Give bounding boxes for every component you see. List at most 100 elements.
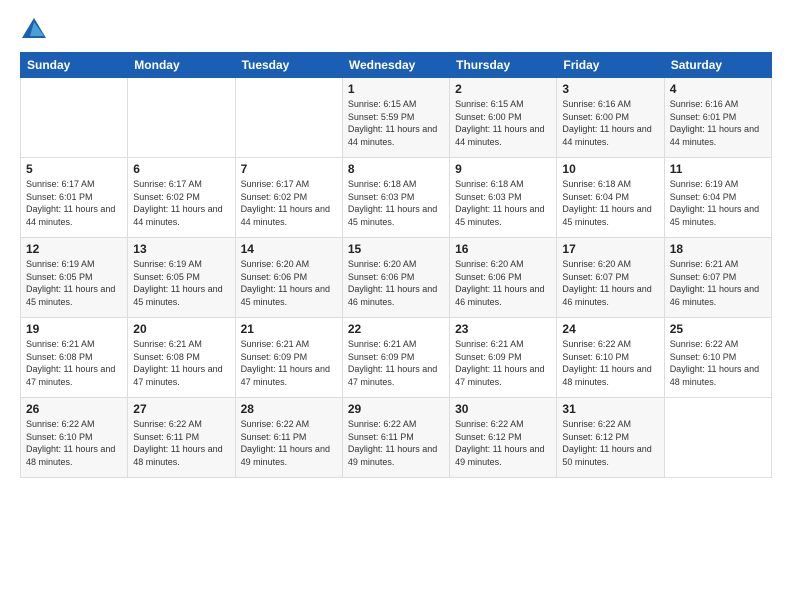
calendar-cell: [21, 78, 128, 158]
page: SundayMondayTuesdayWednesdayThursdayFrid…: [0, 0, 792, 612]
calendar-table: SundayMondayTuesdayWednesdayThursdayFrid…: [20, 52, 772, 478]
calendar-cell: 22Sunrise: 6:21 AMSunset: 6:09 PMDayligh…: [342, 318, 449, 398]
day-number: 27: [133, 402, 229, 416]
weekday-header-sunday: Sunday: [21, 53, 128, 78]
logo: [20, 16, 50, 44]
calendar-cell: [235, 78, 342, 158]
day-number: 4: [670, 82, 766, 96]
day-info: Sunrise: 6:22 AMSunset: 6:10 PMDaylight:…: [670, 338, 766, 388]
day-info: Sunrise: 6:19 AMSunset: 6:05 PMDaylight:…: [133, 258, 229, 308]
day-number: 25: [670, 322, 766, 336]
calendar-week-row: 19 Sunrise: 6:21 AMSunset: 6:08 PMDayligh…: [21, 318, 772, 398]
day-number: 19: [26, 322, 122, 336]
day-info: Sunrise: 6:19 AMSunset: 6:04 PMDaylight:…: [670, 178, 766, 228]
calendar-cell: 4 Sunrise: 6:16 AMSunset: 6:01 PMDaylight…: [664, 78, 771, 158]
day-number: 13: [133, 242, 229, 256]
day-info: Sunrise: 6:15 AMSunset: 5:59 PMDaylight:…: [348, 98, 444, 148]
weekday-header-thursday: Thursday: [450, 53, 557, 78]
calendar-cell: 14 Sunrise: 6:20 AMSunset: 6:06 PMDayligh…: [235, 238, 342, 318]
weekday-header-tuesday: Tuesday: [235, 53, 342, 78]
day-info: Sunrise: 6:17 AMSunset: 6:01 PMDaylight:…: [26, 178, 122, 228]
day-number: 29: [348, 402, 444, 416]
day-number: 9: [455, 162, 551, 176]
day-number: 5: [26, 162, 122, 176]
weekday-header-friday: Friday: [557, 53, 664, 78]
day-number: 10: [562, 162, 658, 176]
calendar-cell: 24 Sunrise: 6:22 AMSunset: 6:10 PMDayligh…: [557, 318, 664, 398]
day-info: Sunrise: 6:21 AMSunset: 6:09 PMDaylight:…: [241, 338, 337, 388]
day-info: Sunrise: 6:21 AMSunset: 6:09 PMDaylight:…: [455, 338, 551, 388]
day-number: 18: [670, 242, 766, 256]
day-info: Sunrise: 6:17 AMSunset: 6:02 PMDaylight:…: [241, 178, 337, 228]
day-number: 17: [562, 242, 658, 256]
weekday-header-wednesday: Wednesday: [342, 53, 449, 78]
day-number: 16: [455, 242, 551, 256]
calendar-cell: 8 Sunrise: 6:18 AMSunset: 6:03 PMDaylight…: [342, 158, 449, 238]
day-info: Sunrise: 6:21 AMSunset: 6:07 PMDaylight:…: [670, 258, 766, 308]
header: [20, 16, 772, 44]
calendar-cell: 13 Sunrise: 6:19 AMSunset: 6:05 PMDayligh…: [128, 238, 235, 318]
calendar-cell: 28 Sunrise: 6:22 AMSunset: 6:11 PMDayligh…: [235, 398, 342, 478]
calendar-week-row: 5 Sunrise: 6:17 AMSunset: 6:01 PMDaylight…: [21, 158, 772, 238]
calendar-cell: [664, 398, 771, 478]
calendar-cell: 9 Sunrise: 6:18 AMSunset: 6:03 PMDaylight…: [450, 158, 557, 238]
day-number: 7: [241, 162, 337, 176]
calendar-cell: 2Sunrise: 6:15 AMSunset: 6:00 PMDaylight…: [450, 78, 557, 158]
calendar-cell: 18 Sunrise: 6:21 AMSunset: 6:07 PMDayligh…: [664, 238, 771, 318]
day-info: Sunrise: 6:17 AMSunset: 6:02 PMDaylight:…: [133, 178, 229, 228]
day-number: 31: [562, 402, 658, 416]
calendar-cell: 6Sunrise: 6:17 AMSunset: 6:02 PMDaylight…: [128, 158, 235, 238]
day-info: Sunrise: 6:22 AMSunset: 6:10 PMDaylight:…: [26, 418, 122, 468]
calendar-cell: 20 Sunrise: 6:21 AMSunset: 6:08 PMDayligh…: [128, 318, 235, 398]
calendar-week-row: 1 Sunrise: 6:15 AMSunset: 5:59 PMDaylight…: [21, 78, 772, 158]
calendar-cell: 17Sunrise: 6:20 AMSunset: 6:07 PMDayligh…: [557, 238, 664, 318]
calendar-cell: 27 Sunrise: 6:22 AMSunset: 6:11 PMDayligh…: [128, 398, 235, 478]
day-info: Sunrise: 6:18 AMSunset: 6:03 PMDaylight:…: [455, 178, 551, 228]
day-info: Sunrise: 6:20 AMSunset: 6:06 PMDaylight:…: [455, 258, 551, 308]
day-info: Sunrise: 6:22 AMSunset: 6:11 PMDaylight:…: [241, 418, 337, 468]
calendar-cell: 15 Sunrise: 6:20 AMSunset: 6:06 PMDayligh…: [342, 238, 449, 318]
day-number: 24: [562, 322, 658, 336]
day-number: 12: [26, 242, 122, 256]
calendar-cell: 29 Sunrise: 6:22 AMSunset: 6:11 PMDayligh…: [342, 398, 449, 478]
day-number: 3: [562, 82, 658, 96]
day-number: 14: [241, 242, 337, 256]
calendar-cell: 25 Sunrise: 6:22 AMSunset: 6:10 PMDayligh…: [664, 318, 771, 398]
day-info: Sunrise: 6:18 AMSunset: 6:03 PMDaylight:…: [348, 178, 444, 228]
calendar-week-row: 12 Sunrise: 6:19 AMSunset: 6:05 PMDayligh…: [21, 238, 772, 318]
calendar-cell: 16 Sunrise: 6:20 AMSunset: 6:06 PMDayligh…: [450, 238, 557, 318]
calendar-cell: [128, 78, 235, 158]
day-info: Sunrise: 6:20 AMSunset: 6:06 PMDaylight:…: [348, 258, 444, 308]
day-info: Sunrise: 6:20 AMSunset: 6:06 PMDaylight:…: [241, 258, 337, 308]
day-number: 8: [348, 162, 444, 176]
calendar-cell: 7 Sunrise: 6:17 AMSunset: 6:02 PMDaylight…: [235, 158, 342, 238]
calendar-week-row: 26 Sunrise: 6:22 AMSunset: 6:10 PMDayligh…: [21, 398, 772, 478]
calendar-cell: 30 Sunrise: 6:22 AMSunset: 6:12 PMDayligh…: [450, 398, 557, 478]
day-info: Sunrise: 6:18 AMSunset: 6:04 PMDaylight:…: [562, 178, 658, 228]
day-info: Sunrise: 6:22 AMSunset: 6:11 PMDaylight:…: [348, 418, 444, 468]
calendar-cell: 21 Sunrise: 6:21 AMSunset: 6:09 PMDayligh…: [235, 318, 342, 398]
weekday-header-saturday: Saturday: [664, 53, 771, 78]
day-number: 20: [133, 322, 229, 336]
day-info: Sunrise: 6:22 AMSunset: 6:12 PMDaylight:…: [455, 418, 551, 468]
calendar-cell: 26 Sunrise: 6:22 AMSunset: 6:10 PMDayligh…: [21, 398, 128, 478]
day-info: Sunrise: 6:16 AMSunset: 6:00 PMDaylight:…: [562, 98, 658, 148]
calendar-cell: 11Sunrise: 6:19 AMSunset: 6:04 PMDayligh…: [664, 158, 771, 238]
calendar-cell: 10 Sunrise: 6:18 AMSunset: 6:04 PMDayligh…: [557, 158, 664, 238]
day-number: 21: [241, 322, 337, 336]
day-number: 26: [26, 402, 122, 416]
day-number: 15: [348, 242, 444, 256]
day-info: Sunrise: 6:21 AMSunset: 6:08 PMDaylight:…: [26, 338, 122, 388]
day-number: 28: [241, 402, 337, 416]
day-number: 1: [348, 82, 444, 96]
calendar-cell: 1 Sunrise: 6:15 AMSunset: 5:59 PMDaylight…: [342, 78, 449, 158]
day-info: Sunrise: 6:22 AMSunset: 6:10 PMDaylight:…: [562, 338, 658, 388]
weekday-header-monday: Monday: [128, 53, 235, 78]
calendar-header-row: SundayMondayTuesdayWednesdayThursdayFrid…: [21, 53, 772, 78]
day-number: 2: [455, 82, 551, 96]
day-info: Sunrise: 6:21 AMSunset: 6:09 PMDaylight:…: [348, 338, 444, 388]
day-number: 30: [455, 402, 551, 416]
day-info: Sunrise: 6:22 AMSunset: 6:11 PMDaylight:…: [133, 418, 229, 468]
day-info: Sunrise: 6:21 AMSunset: 6:08 PMDaylight:…: [133, 338, 229, 388]
day-info: Sunrise: 6:16 AMSunset: 6:01 PMDaylight:…: [670, 98, 766, 148]
